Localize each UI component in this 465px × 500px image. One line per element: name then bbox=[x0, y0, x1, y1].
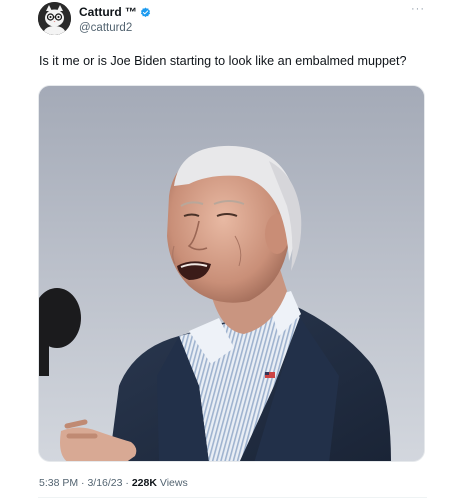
tweet-media-photo[interactable] bbox=[38, 85, 425, 462]
tweet-meta: 5:38 PM · 3/16/23 · 228K Views bbox=[39, 476, 188, 490]
divider bbox=[38, 497, 427, 498]
author-avatar[interactable] bbox=[38, 2, 71, 35]
verified-badge-icon[interactable] bbox=[140, 7, 151, 18]
author-info: Catturd ™ @catturd2 bbox=[79, 5, 151, 35]
tweet-date[interactable]: 3/16/23 bbox=[87, 477, 122, 489]
views-count: 228K bbox=[131, 477, 157, 489]
author-name-row: Catturd ™ bbox=[79, 5, 151, 19]
meta-separator: · bbox=[81, 477, 85, 489]
tweet-card: Catturd ™ @catturd2 ··· Is it me or is J… bbox=[0, 0, 465, 500]
tweet-time[interactable]: 5:38 PM bbox=[39, 477, 78, 489]
author-display-name[interactable]: Catturd ™ bbox=[79, 5, 137, 19]
author-handle[interactable]: @catturd2 bbox=[79, 21, 151, 35]
photo-of-man-speaking-at-microphone bbox=[39, 86, 424, 461]
cat-with-glasses-avatar-icon bbox=[38, 2, 71, 35]
views-label: Views bbox=[159, 477, 188, 489]
meta-separator: · bbox=[125, 477, 129, 489]
tweet-text: Is it me or is Joe Biden starting to loo… bbox=[39, 54, 407, 68]
more-options-icon[interactable]: ··· bbox=[411, 4, 425, 15]
